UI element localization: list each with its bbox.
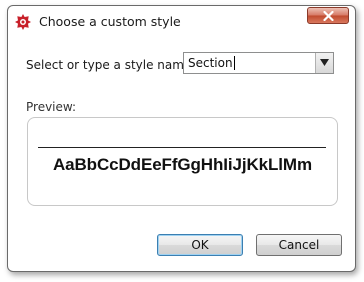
chevron-down-icon bbox=[320, 59, 329, 66]
preview-section-rule bbox=[38, 147, 326, 148]
choose-style-dialog: Choose a custom style Select or type a s… bbox=[7, 5, 356, 272]
preview-panel: AaBbCcDdEeFfGgHhIiJjKkLlMm bbox=[27, 117, 338, 206]
preview-label: Preview: bbox=[26, 100, 77, 114]
style-dropdown-button[interactable] bbox=[315, 53, 333, 73]
style-name-combobox[interactable]: Section bbox=[183, 52, 334, 74]
style-name-label: Select or type a style name: bbox=[26, 58, 196, 72]
style-name-input[interactable]: Section bbox=[188, 56, 235, 70]
close-icon bbox=[323, 11, 334, 21]
gear-icon bbox=[15, 14, 31, 30]
preview-sample-text: AaBbCcDdEeFfGgHhIiJjKkLlMm bbox=[52, 155, 313, 174]
window-title: Choose a custom style bbox=[39, 14, 181, 29]
style-name-value: Section bbox=[188, 56, 233, 70]
title-bar: Choose a custom style bbox=[8, 6, 355, 34]
cancel-button[interactable]: Cancel bbox=[256, 234, 342, 256]
close-button[interactable] bbox=[307, 7, 349, 24]
text-caret bbox=[233, 56, 235, 70]
ok-button[interactable]: OK bbox=[157, 234, 243, 256]
dialog-body: Select or type a style name: Section Pre… bbox=[16, 34, 347, 264]
